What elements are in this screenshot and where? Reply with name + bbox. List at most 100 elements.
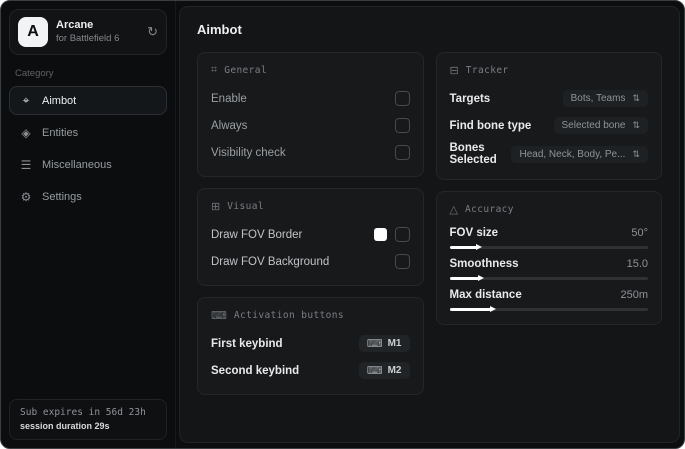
setting-label: FOV size [449, 227, 499, 239]
session-duration-text: session duration 29s [20, 421, 110, 431]
find-bone-type-dropdown[interactable]: Selected bone ⇅ [553, 117, 648, 134]
app-subtitle: for Battlefield 6 [56, 32, 120, 44]
visibility-check-checkbox[interactable] [394, 145, 410, 160]
card-title: General [224, 65, 268, 76]
keybind-value: M2 [387, 365, 402, 376]
setting-row: First keybind ⌨ M1 [211, 333, 410, 354]
setting-label: Visibility check [211, 146, 286, 159]
targets-dropdown[interactable]: Bots, Teams ⇅ [562, 90, 648, 107]
accuracy-icon: △ [449, 204, 458, 216]
fov-border-color-swatch[interactable] [373, 228, 387, 241]
sync-icon[interactable]: ↻ [147, 24, 158, 40]
sidebar-item-label: Aimbot [42, 94, 77, 107]
setting-row: Visibility check [211, 142, 410, 163]
setting-label: First keybind [211, 337, 283, 350]
bones-selected-dropdown[interactable]: Head, Neck, Body, Pe... ⇅ [511, 145, 648, 163]
setting-label: Max distance [449, 289, 522, 301]
visual-card: ⊞ Visual Draw FOV Border Draw FOV Backgr… [197, 188, 424, 286]
setting-label: Enable [211, 92, 247, 105]
first-keybind-button[interactable]: ⌨ M1 [358, 335, 410, 352]
crosshair-icon: ⌖ [22, 93, 30, 107]
always-checkbox[interactable] [394, 118, 410, 133]
draw-fov-border-checkbox[interactable] [394, 227, 410, 242]
sidebar-item-entities[interactable]: ◈ Entities [9, 119, 167, 147]
right-column: ⊟ Tracker Targets Bots, Teams ⇅ Find bon… [435, 52, 662, 325]
max-distance-slider[interactable] [449, 306, 648, 312]
sidebar-item-label: Entities [42, 127, 79, 139]
slider-fill [449, 275, 485, 281]
keyboard-icon: ⌨ [366, 338, 383, 350]
app-window: A Arcane for Battlefield 6 ↻ Category ⌖ … [0, 0, 685, 449]
setting-label: Always [211, 119, 248, 132]
accuracy-card: △ Accuracy FOV size 50° Smoothness 15.0 … [435, 191, 662, 325]
dropdown-value: Bots, Teams [570, 93, 626, 104]
setting-row: Enable [211, 88, 410, 109]
app-logo: A [18, 17, 48, 47]
slider-fill [449, 306, 497, 312]
expand-icon: ⇅ [632, 93, 640, 103]
category-label: Category [15, 68, 54, 79]
smoothness-setting: Smoothness 15.0 [449, 258, 648, 281]
slider-fill [449, 244, 483, 250]
brand-text: Arcane for Battlefield 6 [56, 19, 139, 45]
visual-icon: ⊞ [211, 201, 221, 213]
setting-label: Find bone type [449, 119, 532, 132]
setting-label: Second keybind [211, 364, 300, 377]
slider-thumb[interactable] [476, 244, 483, 250]
fov-size-setting: FOV size 50° [449, 227, 648, 250]
draw-fov-background-checkbox[interactable] [394, 254, 410, 269]
app-name: Arcane [56, 19, 94, 32]
smoothness-slider[interactable] [449, 275, 648, 281]
sidebar-item-aimbot[interactable]: ⌖ Aimbot [9, 86, 167, 115]
setting-row: Find bone type Selected bone ⇅ [449, 115, 648, 136]
sidebar-item-label: Miscellaneous [42, 159, 112, 171]
card-title: Activation buttons [233, 310, 345, 321]
keybind-value: M1 [387, 338, 402, 349]
keyboard-icon: ⌨ [366, 365, 383, 377]
activation-buttons-card: ⌨ Activation buttons First keybind ⌨ M1 … [197, 297, 424, 395]
sliders-icon: ☰ [20, 158, 32, 172]
setting-label: Smoothness [449, 258, 519, 270]
card-title: Tracker [465, 65, 509, 76]
setting-row: Targets Bots, Teams ⇅ [449, 88, 648, 109]
keyboard-icon: ⌨ [211, 310, 227, 322]
setting-label: Draw FOV Border [211, 228, 303, 241]
setting-row: Draw FOV Background [211, 251, 410, 272]
second-keybind-button[interactable]: ⌨ M2 [358, 362, 410, 379]
setting-label: Targets [449, 92, 491, 105]
enable-checkbox[interactable] [394, 91, 410, 106]
left-column: ⌗ General Enable Always Visibility check [197, 52, 424, 395]
slider-value: 15.0 [626, 258, 648, 270]
slider-thumb[interactable] [490, 306, 497, 312]
dropdown-value: Selected bone [561, 120, 626, 131]
card-title: Accuracy [464, 204, 514, 215]
slider-thumb[interactable] [478, 275, 485, 281]
setting-label: Bones Selected [449, 142, 497, 166]
setting-row: Always [211, 115, 410, 136]
sidebar-item-settings[interactable]: ⚙ Settings [9, 183, 167, 211]
setting-row: Second keybind ⌨ M2 [211, 360, 410, 381]
setting-label: Draw FOV Background [211, 255, 330, 268]
gear-icon: ⚙ [20, 190, 32, 204]
sidebar-item-label: Settings [42, 191, 82, 203]
setting-row: Bones Selected Head, Neck, Body, Pe... ⇅ [449, 142, 648, 166]
dropdown-value: Head, Neck, Body, Pe... [519, 148, 626, 160]
main-panel: Aimbot ⌗ General Enable Always Visibilit… [179, 6, 680, 443]
sidebar: A Arcane for Battlefield 6 ↻ Category ⌖ … [1, 1, 176, 448]
tracker-card: ⊟ Tracker Targets Bots, Teams ⇅ Find bon… [435, 52, 662, 180]
brand-card: A Arcane for Battlefield 6 ↻ [9, 9, 167, 55]
entities-icon: ◈ [21, 126, 31, 140]
setting-row: Draw FOV Border [211, 224, 410, 245]
slider-value: 50° [631, 227, 648, 239]
card-title: Visual [227, 201, 264, 212]
general-card: ⌗ General Enable Always Visibility check [197, 52, 424, 177]
subscription-status-card: Sub expires in 56d 23h session duration … [9, 399, 167, 440]
sub-expiry-text: Sub expires in 56d 23h [20, 407, 146, 418]
fov-size-slider[interactable] [449, 244, 648, 250]
slider-value: 250m [620, 289, 648, 301]
max-distance-setting: Max distance 250m [449, 289, 648, 312]
page-title: Aimbot [197, 22, 242, 37]
general-icon: ⌗ [211, 64, 218, 76]
tracker-icon: ⊟ [449, 65, 459, 77]
sidebar-item-miscellaneous[interactable]: ☰ Miscellaneous [9, 151, 167, 179]
